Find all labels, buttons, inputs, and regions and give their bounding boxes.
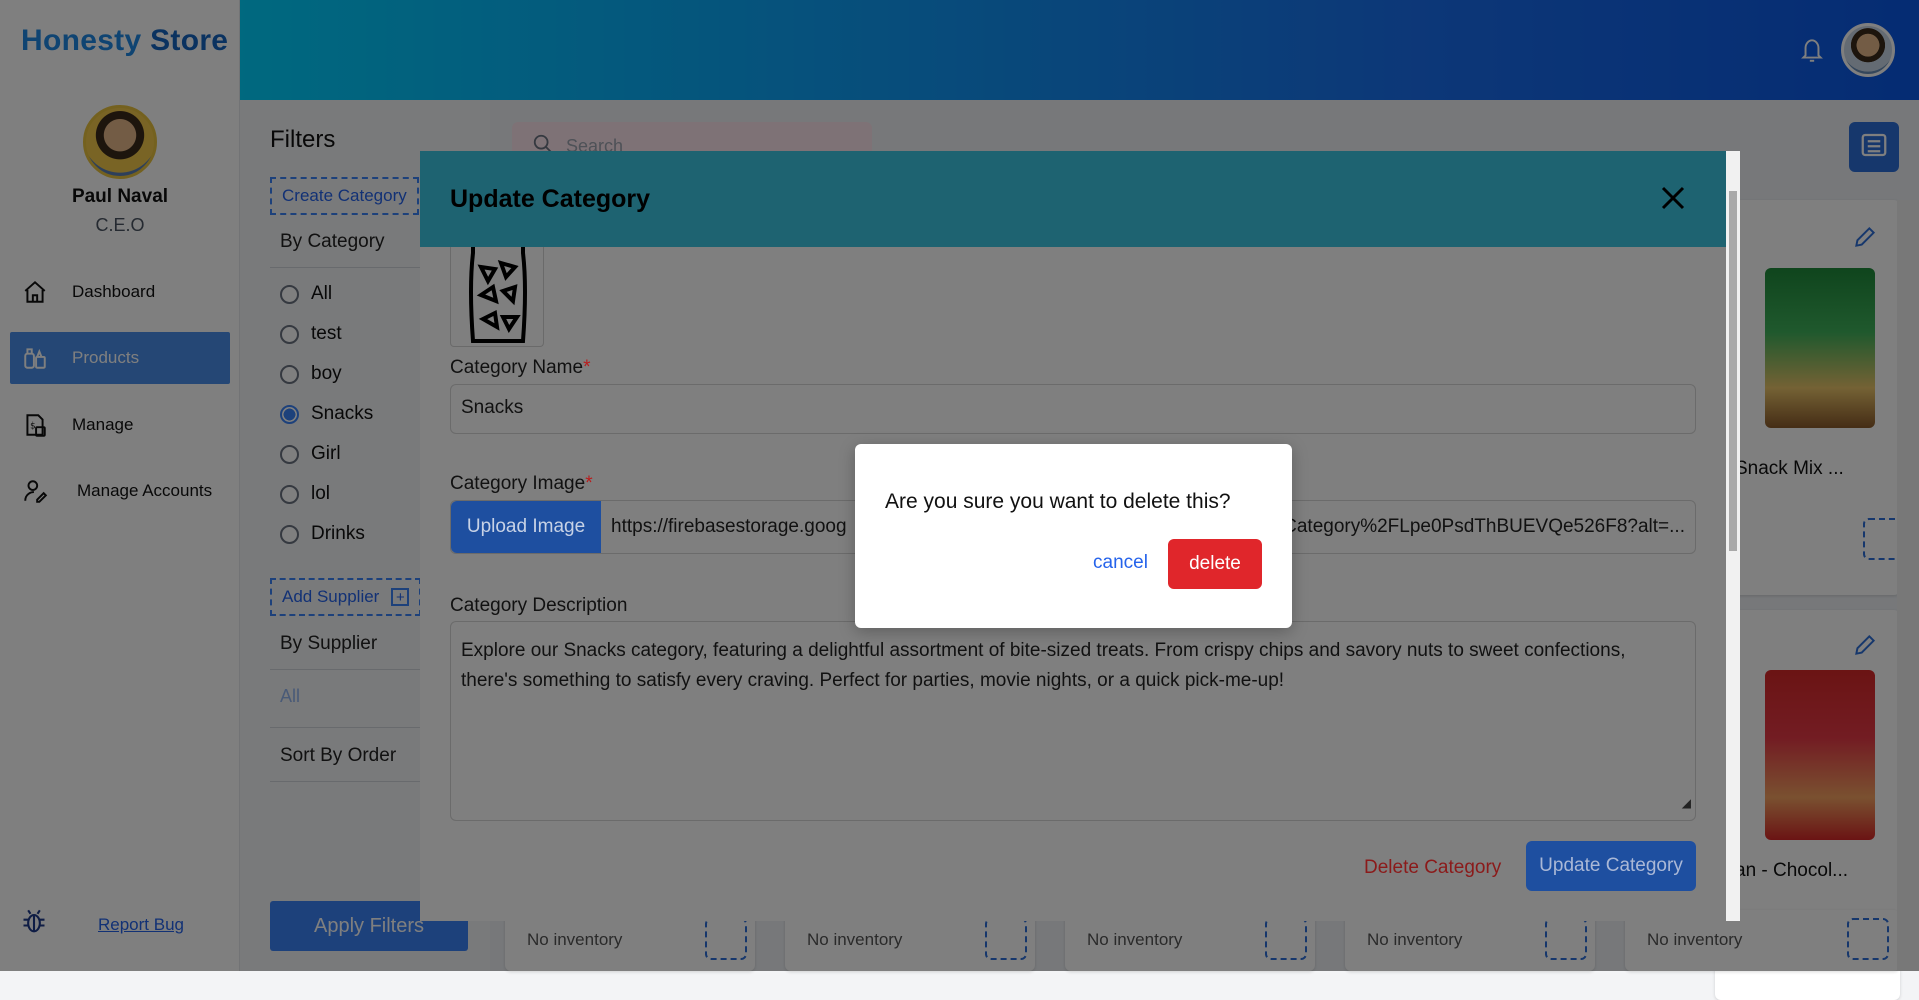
modal-title: Update Category [450,185,651,213]
required-asterisk: * [583,357,591,378]
delete-button[interactable]: delete [1168,539,1262,589]
required-asterisk: * [585,473,593,494]
resize-handle-icon[interactable]: ◢ [1682,788,1691,818]
category-image-preview [450,247,544,347]
cancel-button[interactable]: cancel [1093,552,1148,574]
category-description-label: Category Description [450,595,628,616]
category-image-label: Category Image* [450,473,593,495]
category-name-label: Category Name* [450,357,590,379]
update-category-button[interactable]: Update Category [1526,841,1696,891]
category-description-textarea[interactable]: Explore our Snacks category, featuring a… [450,621,1696,821]
delete-category-button[interactable]: Delete Category [1364,857,1501,879]
label-text: Category Name [450,357,584,378]
confirm-delete-dialog: Are you sure you want to delete this? ca… [855,444,1292,628]
close-icon[interactable] [1658,183,1688,213]
textarea-value: Explore our Snacks category, featuring a… [461,640,1626,691]
input-value: Snacks [461,397,524,418]
modal-header: Update Category [420,151,1726,247]
image-url-start: https://firebasestorage.goog [611,516,847,537]
confirm-question: Are you sure you want to delete this? [885,490,1231,513]
scrollbar-thumb[interactable] [1729,191,1737,551]
label-text: Category Image [450,473,586,494]
upload-image-button[interactable]: Upload Image [451,501,601,553]
modal-scrollbar[interactable] [1726,151,1740,921]
category-name-input[interactable]: Snacks [450,384,1696,434]
image-url-end: Category%2FLpe0PsdThBUEVQe526F8?alt=... [1283,516,1685,537]
